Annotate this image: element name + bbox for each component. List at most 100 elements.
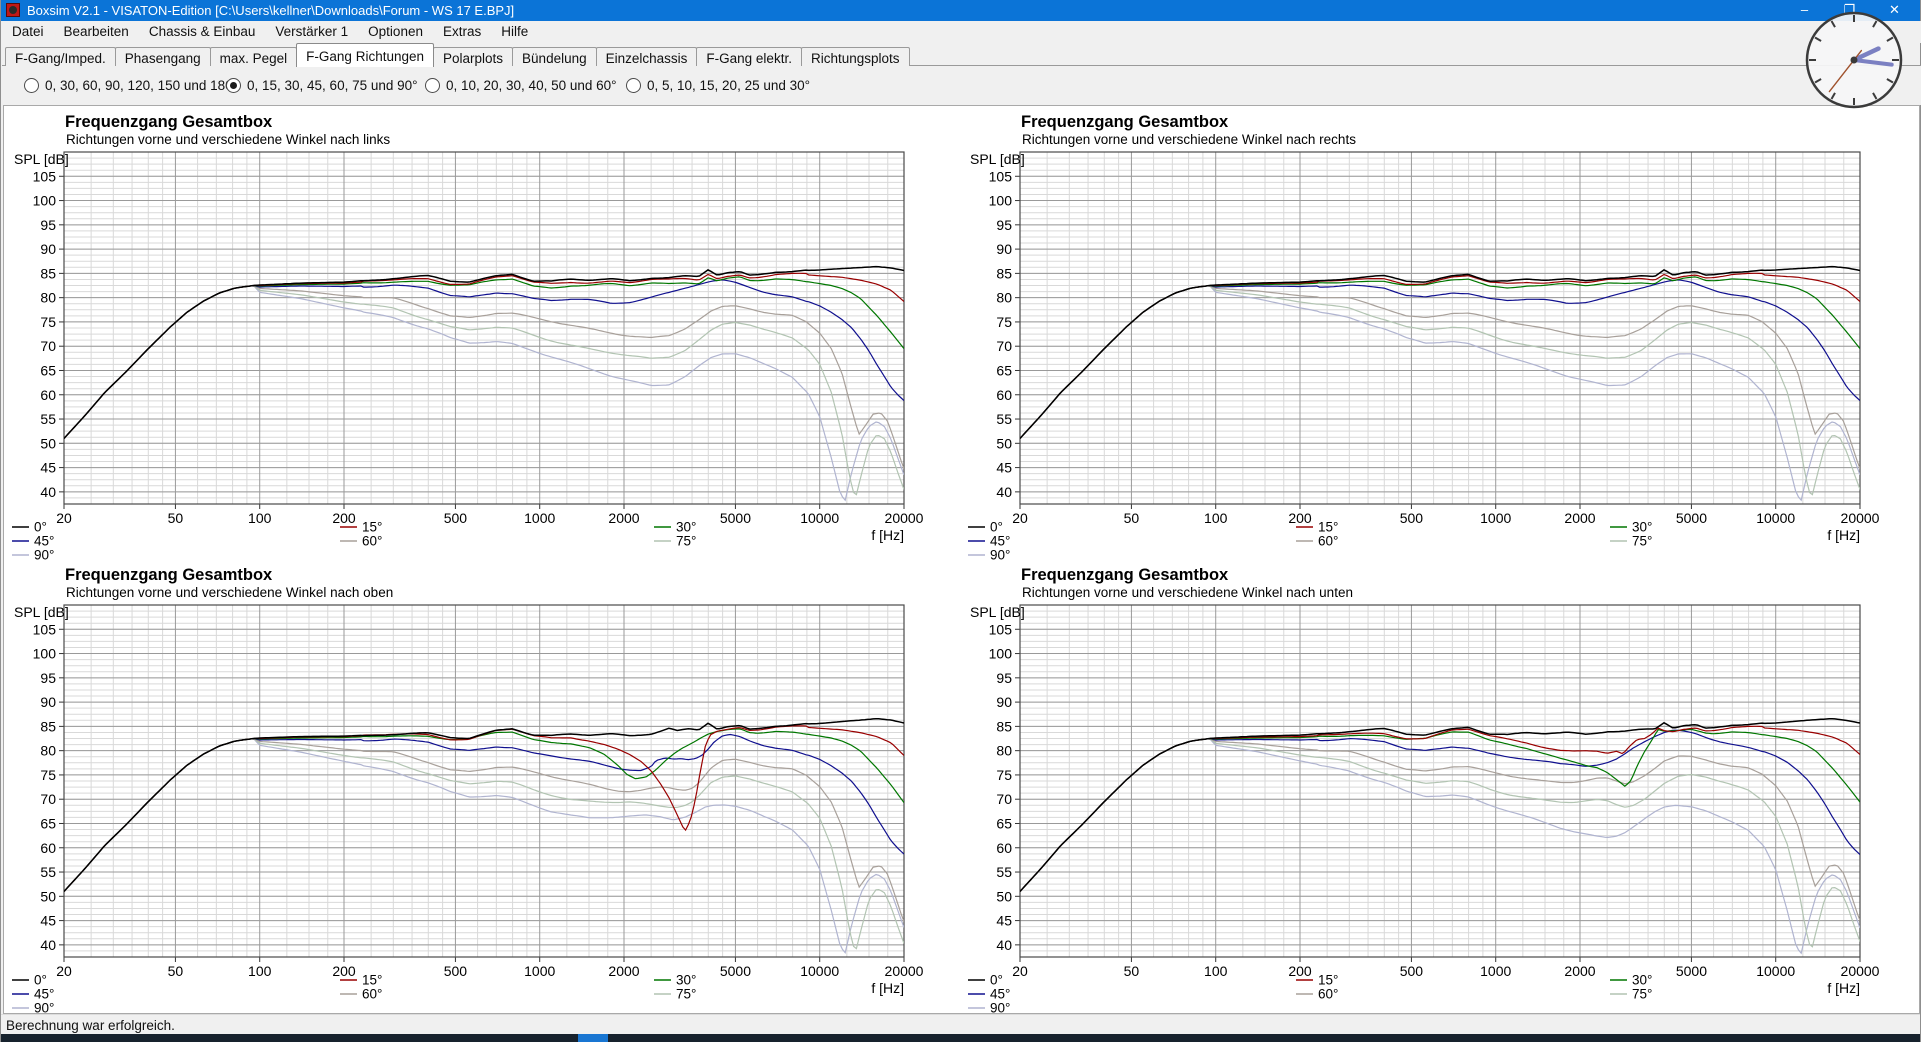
- svg-text:60: 60: [40, 387, 56, 403]
- svg-text:f [Hz]: f [Hz]: [871, 527, 904, 543]
- radio-label: 0, 15, 30, 45, 60, 75 und 90°: [247, 78, 418, 93]
- svg-text:500: 500: [444, 963, 468, 979]
- svg-text:500: 500: [1400, 510, 1424, 526]
- clock-gadget[interactable]: [1804, 10, 1904, 110]
- svg-text:f [Hz]: f [Hz]: [1827, 527, 1860, 543]
- chart-cell-links: 4045505560657075808590951001052050100200…: [4, 109, 958, 561]
- svg-text:10000: 10000: [800, 963, 839, 979]
- svg-text:200: 200: [332, 963, 356, 979]
- svg-text:75°: 75°: [1632, 534, 1652, 549]
- svg-text:200: 200: [1288, 510, 1312, 526]
- svg-text:100: 100: [248, 510, 272, 526]
- menu-item-bearbeiten[interactable]: Bearbeiten: [54, 21, 139, 43]
- svg-text:85: 85: [40, 718, 56, 734]
- menu-bar: DateiBearbeitenChassis & EinbauVerstärke…: [2, 21, 1921, 43]
- svg-text:20000: 20000: [885, 963, 924, 979]
- chart-cell-oben: 4045505560657075808590951001052050100200…: [4, 562, 958, 1014]
- tab-einzelchassis[interactable]: Einzelchassis: [596, 47, 698, 68]
- svg-text:f [Hz]: f [Hz]: [871, 980, 904, 996]
- frequency-response-chart-links: 4045505560657075808590951001052050100200…: [4, 109, 958, 561]
- svg-text:75°: 75°: [1632, 987, 1652, 1002]
- svg-text:90°: 90°: [990, 548, 1010, 562]
- taskbar-active-app[interactable]: [578, 1034, 608, 1042]
- radio-angles-180[interactable]: 0, 30, 60, 90, 120, 150 und 180°: [24, 78, 238, 94]
- svg-text:45: 45: [40, 913, 56, 929]
- radio-icon: [24, 78, 39, 93]
- chart-subtitle: Richtungen vorne und verschiedene Winkel…: [66, 585, 393, 600]
- svg-text:45: 45: [996, 913, 1012, 929]
- svg-text:95: 95: [996, 670, 1012, 686]
- svg-text:100: 100: [989, 646, 1013, 662]
- tab-fgang-elektr[interactable]: F-Gang elektr.: [696, 47, 802, 68]
- svg-text:30°: 30°: [1632, 973, 1652, 988]
- svg-text:80: 80: [996, 290, 1012, 306]
- menu-item-extras[interactable]: Extras: [433, 21, 491, 43]
- tab-phasengang[interactable]: Phasengang: [115, 47, 211, 68]
- svg-text:55: 55: [996, 864, 1012, 880]
- menu-item-datei[interactable]: Datei: [2, 21, 54, 43]
- svg-text:20: 20: [56, 510, 72, 526]
- svg-text:85: 85: [996, 718, 1012, 734]
- svg-text:SPL [dB]: SPL [dB]: [970, 151, 1025, 167]
- radio-icon: [626, 78, 641, 93]
- app-icon[interactable]: [6, 3, 20, 17]
- boxsim-window: Boxsim V2.1 - VISATON-Edition [C:\Users\…: [0, 0, 1921, 1042]
- radio-icon: [425, 78, 440, 93]
- menu-item-verstaerker[interactable]: Verstärker 1: [265, 21, 358, 43]
- chart-subtitle: Richtungen vorne und verschiedene Winkel…: [1022, 585, 1353, 600]
- svg-text:80: 80: [40, 290, 56, 306]
- svg-text:30°: 30°: [676, 973, 696, 988]
- window-title: Boxsim V2.1 - VISATON-Edition [C:\Users\…: [27, 3, 514, 18]
- svg-text:SPL [dB]: SPL [dB]: [970, 604, 1025, 620]
- svg-text:1000: 1000: [524, 963, 555, 979]
- svg-text:15°: 15°: [362, 520, 382, 535]
- svg-text:90°: 90°: [34, 548, 54, 562]
- menu-item-chassis-einbau[interactable]: Chassis & Einbau: [139, 21, 266, 43]
- menu-item-optionen[interactable]: Optionen: [358, 21, 433, 43]
- taskbar-strip[interactable]: [1, 1034, 1920, 1042]
- svg-text:80: 80: [40, 743, 56, 759]
- svg-text:90°: 90°: [990, 1001, 1010, 1015]
- svg-text:70: 70: [40, 791, 56, 807]
- svg-text:5000: 5000: [1676, 510, 1707, 526]
- radio-angles-30[interactable]: 0, 5, 10, 15, 20, 25 und 30°: [626, 78, 810, 94]
- menu-item-hilfe[interactable]: Hilfe: [491, 21, 538, 43]
- svg-text:105: 105: [33, 621, 57, 637]
- tab-richtungsplots[interactable]: Richtungsplots: [801, 47, 910, 68]
- frequency-response-chart-unten: 4045505560657075808590951001052050100200…: [960, 562, 1914, 1014]
- svg-text:5000: 5000: [720, 963, 751, 979]
- tab-buendelung[interactable]: Bündelung: [512, 47, 597, 68]
- chart-panel: 40 45 50 55 60 65 70 75 80 85 90 95 100 105 20 50 100 200…: [3, 105, 1920, 1014]
- svg-text:75°: 75°: [676, 534, 696, 549]
- svg-text:90: 90: [996, 694, 1012, 710]
- svg-text:60°: 60°: [362, 987, 382, 1002]
- svg-text:50: 50: [996, 888, 1012, 904]
- tab-fgang-richtungen[interactable]: F-Gang Richtungen: [296, 43, 434, 67]
- svg-text:20000: 20000: [1841, 963, 1880, 979]
- radio-angles-90[interactable]: 0, 15, 30, 45, 60, 75 und 90°: [226, 78, 418, 94]
- svg-text:40: 40: [996, 937, 1012, 953]
- svg-text:75: 75: [996, 767, 1012, 783]
- svg-text:60: 60: [996, 840, 1012, 856]
- chart-subtitle: Richtungen vorne und verschiedene Winkel…: [66, 132, 390, 147]
- svg-text:105: 105: [33, 168, 57, 184]
- svg-text:f [Hz]: f [Hz]: [1827, 980, 1860, 996]
- svg-text:100: 100: [33, 646, 57, 662]
- svg-text:70: 70: [996, 791, 1012, 807]
- svg-text:65: 65: [996, 815, 1012, 831]
- svg-text:2000: 2000: [1564, 510, 1595, 526]
- svg-text:100: 100: [1204, 510, 1228, 526]
- svg-text:100: 100: [33, 193, 57, 209]
- tab-max-pegel[interactable]: max. Pegel: [210, 47, 298, 68]
- svg-text:55: 55: [996, 411, 1012, 427]
- radio-angles-60[interactable]: 0, 10, 20, 30, 40, 50 und 60°: [425, 78, 617, 94]
- radio-icon: [226, 78, 241, 93]
- svg-text:500: 500: [1400, 963, 1424, 979]
- svg-text:0°: 0°: [34, 520, 47, 535]
- tab-polarplots[interactable]: Polarplots: [433, 47, 513, 68]
- svg-text:SPL [dB]: SPL [dB]: [14, 604, 69, 620]
- svg-text:50: 50: [168, 963, 184, 979]
- svg-text:75: 75: [40, 767, 56, 783]
- svg-text:45: 45: [40, 460, 56, 476]
- tab-fgang-imped[interactable]: F-Gang/Imped.: [5, 47, 116, 68]
